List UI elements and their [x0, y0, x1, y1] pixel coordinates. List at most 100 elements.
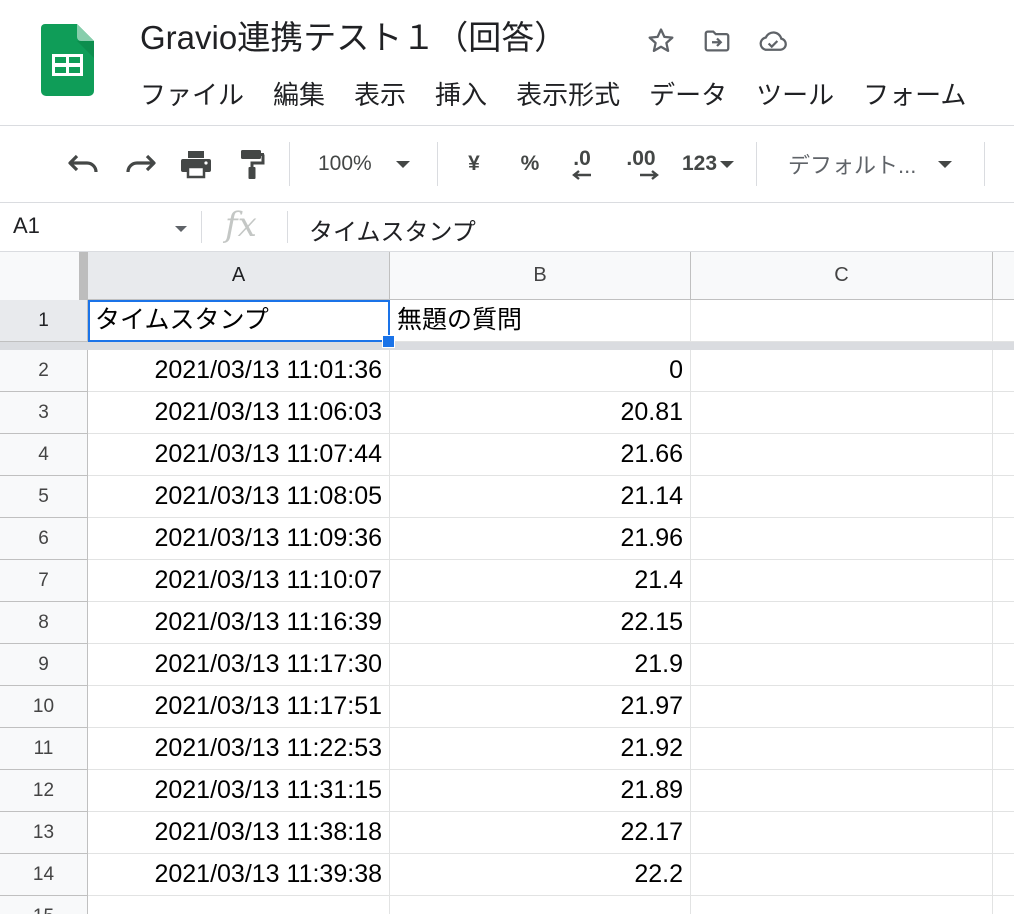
cell-empty[interactable] — [993, 560, 1014, 602]
cell-empty[interactable] — [993, 350, 1014, 392]
cell-empty[interactable] — [691, 518, 993, 560]
cell-empty[interactable] — [691, 686, 993, 728]
row-header[interactable]: 5 — [0, 476, 88, 518]
cell-empty[interactable] — [691, 392, 993, 434]
font-family-select[interactable]: デフォルト... — [776, 146, 972, 182]
cell-empty[interactable] — [691, 350, 993, 392]
cell-timestamp[interactable]: 2021/03/13 11:07:44 — [88, 434, 390, 476]
document-title[interactable]: Gravio連携テスト１（回答） — [140, 18, 567, 58]
row-header[interactable]: 8 — [0, 602, 88, 644]
cell-timestamp[interactable]: 2021/03/13 11:06:03 — [88, 392, 390, 434]
row-header[interactable]: 2 — [0, 350, 88, 392]
cell-timestamp[interactable]: 2021/03/13 11:16:39 — [88, 602, 390, 644]
menu-format[interactable]: 表示形式 — [516, 78, 620, 112]
freeze-handle[interactable] — [79, 252, 88, 300]
cell-empty[interactable] — [691, 812, 993, 854]
cell-value[interactable]: 22.15 — [390, 602, 691, 644]
cell-value[interactable]: 21.89 — [390, 770, 691, 812]
cell-b1[interactable]: 無題の質問 — [390, 300, 691, 342]
cell-empty[interactable] — [993, 896, 1014, 914]
cell-empty[interactable] — [691, 560, 993, 602]
cell-empty[interactable] — [993, 300, 1014, 342]
cloud-saved-icon[interactable] — [756, 24, 790, 58]
cell-empty[interactable] — [691, 644, 993, 686]
cell-empty[interactable] — [691, 896, 993, 914]
spreadsheet-grid[interactable]: A B C 1 タイムスタンプ 無題の質問 2 2021/03/13 11:01:36 0… — [0, 252, 1014, 914]
cell-value[interactable]: 21.14 — [390, 476, 691, 518]
select-all-corner[interactable] — [0, 252, 88, 300]
frozen-row-divider[interactable] — [0, 342, 1014, 350]
chevron-down-icon[interactable] — [175, 226, 187, 232]
star-icon[interactable] — [644, 24, 678, 58]
row-header[interactable]: 10 — [0, 686, 88, 728]
row-header[interactable]: 9 — [0, 644, 88, 686]
cell-empty[interactable] — [993, 644, 1014, 686]
cell-timestamp[interactable]: 2021/03/13 11:10:07 — [88, 560, 390, 602]
cell-empty[interactable] — [993, 686, 1014, 728]
cell-empty[interactable] — [993, 854, 1014, 896]
cell-empty[interactable] — [691, 770, 993, 812]
cell-timestamp[interactable]: 2021/03/13 11:01:36 — [88, 350, 390, 392]
move-to-folder-icon[interactable] — [700, 24, 734, 58]
redo-icon[interactable] — [120, 146, 160, 182]
cell-timestamp[interactable]: 2021/03/13 11:31:15 — [88, 770, 390, 812]
cell-value[interactable]: 21.66 — [390, 434, 691, 476]
currency-format-button[interactable]: ¥ — [456, 146, 492, 182]
cell-timestamp[interactable]: 2021/03/13 11:38:18 — [88, 812, 390, 854]
column-header-d[interactable] — [993, 252, 1014, 299]
zoom-select[interactable]: 100% — [304, 146, 426, 182]
paint-format-icon[interactable] — [232, 146, 272, 182]
formula-input[interactable]: タイムスタンプ — [309, 212, 476, 247]
cell-empty[interactable] — [993, 770, 1014, 812]
row-header[interactable]: 15 — [0, 896, 88, 914]
row-header[interactable]: 3 — [0, 392, 88, 434]
cell-empty[interactable] — [993, 476, 1014, 518]
decrease-decimal-button[interactable]: .0 — [562, 146, 602, 182]
cell-empty[interactable] — [691, 854, 993, 896]
row-header[interactable]: 4 — [0, 434, 88, 476]
menu-form[interactable]: フォーム — [863, 78, 966, 112]
cell-timestamp[interactable]: 2021/03/13 11:17:51 — [88, 686, 390, 728]
cell-empty[interactable] — [691, 300, 993, 342]
menu-tools[interactable]: ツール — [756, 78, 834, 112]
cell-value[interactable]: 21.9 — [390, 644, 691, 686]
fill-handle[interactable] — [382, 335, 395, 348]
cell-empty[interactable] — [691, 728, 993, 770]
cell-value[interactable]: 21.97 — [390, 686, 691, 728]
increase-decimal-button[interactable]: .00 — [618, 146, 664, 182]
cell-a1[interactable]: タイムスタンプ — [88, 300, 390, 342]
cell-value[interactable]: 21.96 — [390, 518, 691, 560]
menu-edit[interactable]: 編集 — [273, 78, 325, 112]
cell-value[interactable]: 20.81 — [390, 392, 691, 434]
menu-insert[interactable]: 挿入 — [435, 78, 487, 112]
cell-empty[interactable] — [691, 602, 993, 644]
row-header[interactable]: 14 — [0, 854, 88, 896]
cell-empty[interactable] — [993, 602, 1014, 644]
row-header[interactable]: 1 — [0, 300, 88, 342]
cell-empty[interactable] — [993, 518, 1014, 560]
column-header-c[interactable]: C — [691, 252, 993, 299]
cell-value[interactable]: 22.2 — [390, 854, 691, 896]
cell-empty[interactable] — [691, 434, 993, 476]
cell-timestamp[interactable]: 2021/03/13 11:17:30 — [88, 644, 390, 686]
row-header[interactable]: 6 — [0, 518, 88, 560]
cell-timestamp[interactable]: 2021/03/13 11:09:36 — [88, 518, 390, 560]
cell-value[interactable]: 0 — [390, 350, 691, 392]
cell-empty[interactable] — [993, 728, 1014, 770]
sheets-logo-icon[interactable] — [41, 24, 94, 96]
cell-value[interactable]: 21.4 — [390, 560, 691, 602]
cell-value[interactable]: 22.17 — [390, 812, 691, 854]
cell-empty[interactable] — [993, 392, 1014, 434]
row-header[interactable]: 7 — [0, 560, 88, 602]
print-icon[interactable] — [176, 146, 216, 182]
name-box[interactable]: A1 — [13, 213, 40, 239]
percent-format-button[interactable]: % — [512, 146, 548, 182]
more-formats-button[interactable]: 123 — [676, 146, 740, 182]
cell-empty[interactable] — [993, 434, 1014, 476]
row-header[interactable]: 11 — [0, 728, 88, 770]
cell-value[interactable]: 21.92 — [390, 728, 691, 770]
cell-empty[interactable] — [691, 476, 993, 518]
row-header[interactable]: 13 — [0, 812, 88, 854]
row-header[interactable]: 12 — [0, 770, 88, 812]
column-header-a[interactable]: A — [88, 252, 390, 299]
